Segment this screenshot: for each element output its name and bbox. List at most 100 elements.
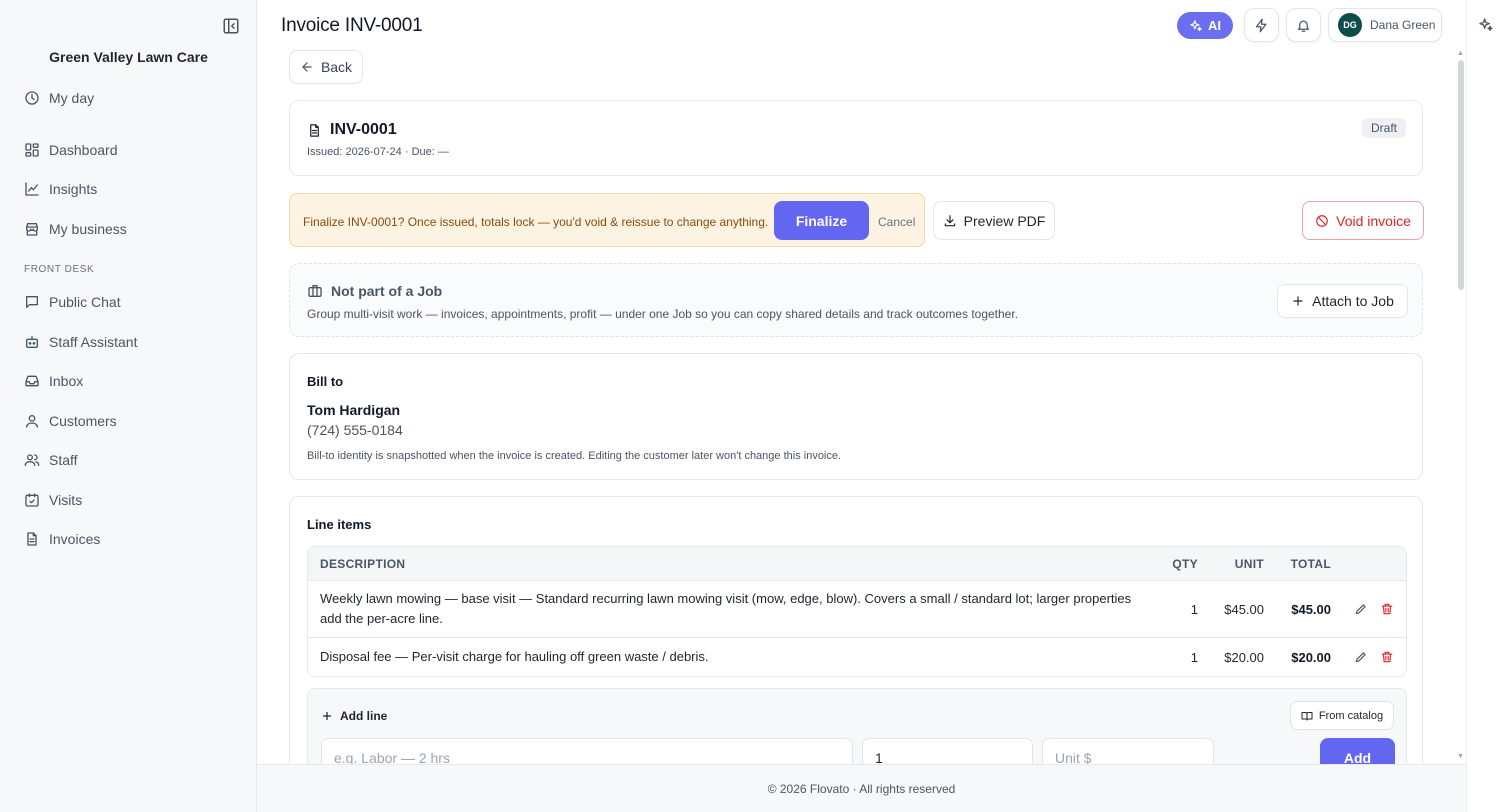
status-badge: Draft <box>1361 118 1406 138</box>
plus-icon <box>322 711 332 721</box>
column-header-total: TOTAL <box>1290 556 1331 571</box>
line-actions <box>1331 650 1406 664</box>
trash-icon[interactable] <box>1380 602 1394 616</box>
back-button-label: Back <box>320 59 353 75</box>
from-catalog-label: From catalog <box>1318 709 1384 722</box>
sidebar-item-label: My day <box>49 90 95 106</box>
confirmation-message: Finalize INV-0001? Once issued, totals l… <box>303 215 769 229</box>
line-qty: 1 <box>1190 649 1198 665</box>
column-header-qty: QTY <box>1172 556 1198 571</box>
bot-icon <box>26 336 38 348</box>
void-invoice-label: Void invoice <box>1336 212 1411 229</box>
sidebar-item-invoices[interactable]: Invoices <box>24 527 100 551</box>
sidebar-collapse-icon[interactable] <box>222 17 240 35</box>
sidebar-item-label: Customers <box>49 413 117 429</box>
table-header-row: DESCRIPTION QTY UNIT TOTAL <box>308 547 1406 580</box>
quick-actions-button[interactable] <box>1244 8 1279 42</box>
scroll-down-icon[interactable]: ▼ <box>1457 753 1464 760</box>
user-menu-button[interactable]: DG Dana Green <box>1328 8 1442 42</box>
ai-button-label: AI <box>1208 18 1221 33</box>
sidebar-item-dashboard[interactable]: Dashboard <box>24 138 118 162</box>
sparkles-icon[interactable] <box>1478 17 1494 33</box>
customer-phone: (724) 555-0184 <box>307 422 403 438</box>
finalize-button[interactable]: Finalize <box>774 201 869 240</box>
line-description: Weekly lawn mowing — base visit — Standa… <box>320 591 1132 626</box>
bill-to-note: Bill-to identity is snapshotted when the… <box>307 450 842 462</box>
line-unit: $20.00 <box>1224 649 1264 665</box>
sidebar-item-my-business[interactable]: My business <box>24 217 127 241</box>
scroll-up-icon[interactable]: ▲ <box>1457 50 1464 57</box>
sidebar: Green Valley Lawn Care My day Dashboard … <box>0 0 257 812</box>
pencil-icon[interactable] <box>1354 602 1368 616</box>
trash-icon[interactable] <box>1380 650 1394 664</box>
file-text-icon <box>310 123 319 137</box>
dashboard-icon <box>25 143 39 157</box>
sidebar-item-label: Staff <box>49 452 78 468</box>
line-total: $20.00 <box>1291 649 1331 665</box>
add-line-label: Add line <box>340 709 388 723</box>
invoice-header-card: INV-0001 Issued: 2026-07-24 · Due: — Dra… <box>289 100 1423 176</box>
cancel-button[interactable]: Cancel <box>878 215 915 229</box>
footer: © 2026 Flovato · All rights reserved <box>257 764 1466 812</box>
sidebar-item-my-day[interactable]: My day <box>24 86 94 110</box>
bill-to-card: Bill to Tom Hardigan (724) 555-0184 Bill… <box>289 353 1423 480</box>
sidebar-section-label: FRONT DESK <box>24 264 95 275</box>
notifications-button[interactable] <box>1286 8 1321 42</box>
sidebar-item-label: Staff Assistant <box>49 334 138 350</box>
scrollbar-thumb[interactable] <box>1458 60 1464 290</box>
attach-to-job-button[interactable]: Attach to Job <box>1277 284 1408 318</box>
preview-pdf-label: Preview PDF <box>963 212 1046 229</box>
user-icon <box>26 415 38 428</box>
sidebar-item-label: Public Chat <box>49 294 121 310</box>
table-row: Disposal fee — Per-visit charge for haul… <box>308 637 1406 676</box>
file-text-icon <box>27 532 37 546</box>
invoice-number-text: INV-0001 <box>330 121 397 138</box>
bill-to-heading: Bill to <box>307 374 344 389</box>
page-title: Invoice INV-0001 <box>281 15 423 36</box>
table-row: Weekly lawn mowing — base visit — Standa… <box>308 580 1406 637</box>
finalize-confirmation: Finalize INV-0001? Once issued, totals l… <box>289 193 925 247</box>
line-items-table: DESCRIPTION QTY UNIT TOTAL Weekly lawn m… <box>307 546 1407 677</box>
line-unit: $45.00 <box>1224 601 1264 617</box>
sidebar-item-public-chat[interactable]: Public Chat <box>24 290 121 314</box>
sidebar-item-label: Invoices <box>49 531 101 547</box>
preview-pdf-button[interactable]: Preview PDF <box>933 201 1055 240</box>
void-invoice-button[interactable]: Void invoice <box>1302 201 1424 240</box>
sidebar-item-label: Dashboard <box>49 142 118 158</box>
calendar-check-icon <box>25 493 39 507</box>
from-catalog-button[interactable]: From catalog <box>1290 701 1394 730</box>
line-items-card: Line items DESCRIPTION QTY UNIT TOTAL We… <box>289 496 1423 798</box>
job-description: Group multi-visit work — invoices, appoi… <box>307 307 1019 321</box>
bell-icon <box>1297 20 1310 32</box>
sidebar-item-inbox[interactable]: Inbox <box>24 369 83 393</box>
sidebar-item-customers[interactable]: Customers <box>24 409 117 433</box>
sidebar-item-visits[interactable]: Visits <box>24 488 82 512</box>
book-open-icon <box>1301 711 1313 720</box>
column-header-description: DESCRIPTION <box>320 556 406 571</box>
user-name: Dana Green <box>1370 18 1436 32</box>
sidebar-item-insights[interactable]: Insights <box>24 177 97 201</box>
download-icon <box>944 214 955 226</box>
chart-line-icon <box>25 182 39 196</box>
invoice-dates: Issued: 2026-07-24 · Due: — <box>307 146 449 158</box>
main-scrollbar[interactable]: ▲ ▼ <box>1456 50 1466 764</box>
line-actions <box>1331 602 1406 616</box>
sidebar-item-label: Visits <box>49 492 83 508</box>
line-total: $45.00 <box>1291 601 1331 617</box>
ai-button[interactable]: AI <box>1177 12 1233 39</box>
pencil-icon[interactable] <box>1354 650 1368 664</box>
clock-icon <box>25 91 39 105</box>
sidebar-item-staff[interactable]: Staff <box>24 448 78 472</box>
arrow-left-icon <box>302 62 312 72</box>
job-title-text: Not part of a Job <box>331 283 443 299</box>
sidebar-item-label: My business <box>49 221 127 237</box>
line-qty: 1 <box>1190 601 1198 617</box>
sidebar-item-staff-assistant[interactable]: Staff Assistant <box>24 330 137 354</box>
add-line-toggle[interactable]: Add line <box>321 709 387 723</box>
business-name: Green Valley Lawn Care <box>49 49 208 65</box>
sparkles-icon <box>1190 19 1202 31</box>
store-icon <box>26 223 38 236</box>
job-card: Not part of a Job Group multi-visit work… <box>289 263 1423 337</box>
invoice-number: INV-0001 <box>307 121 397 139</box>
back-button[interactable]: Back <box>289 50 363 84</box>
